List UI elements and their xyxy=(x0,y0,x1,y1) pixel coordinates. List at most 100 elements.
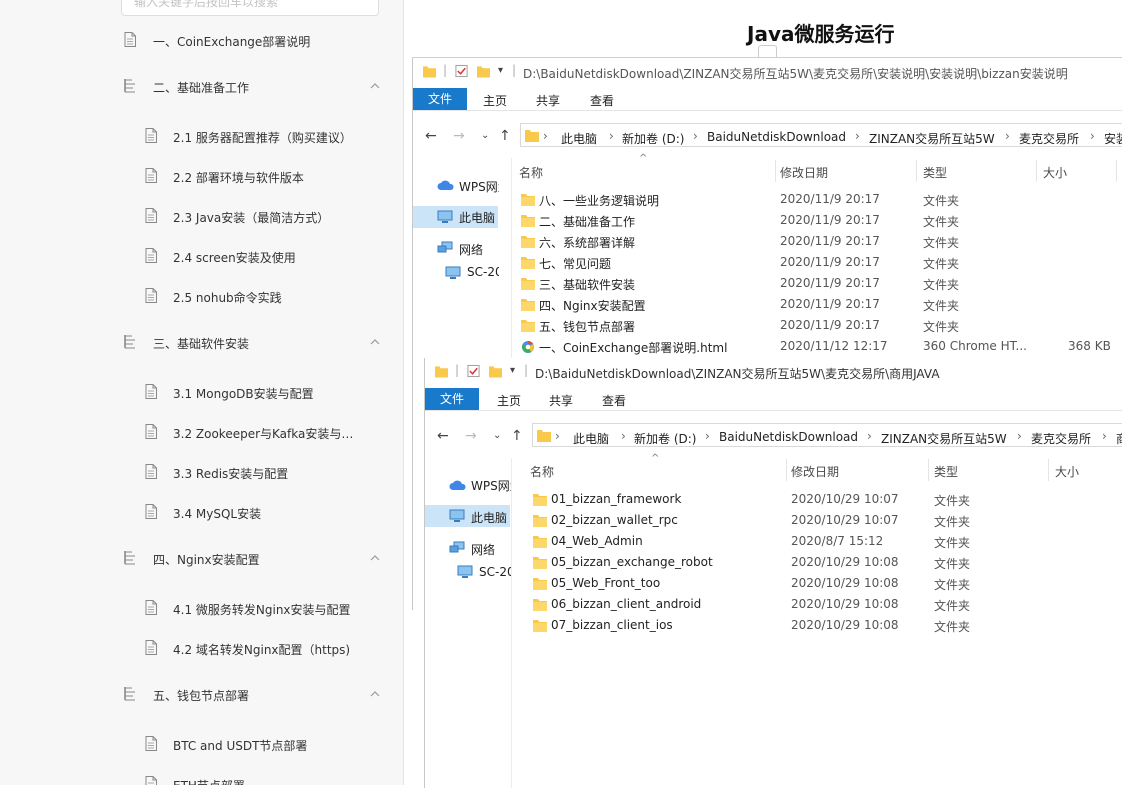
file-date: 2020/11/9 20:17 xyxy=(780,234,880,248)
column-header-type[interactable]: 类型 xyxy=(923,164,947,181)
file-row[interactable]: 三、基础软件安装 2020/11/9 20:17 文件夹 xyxy=(413,274,1113,295)
tab-home[interactable]: 主页 xyxy=(483,92,507,109)
file-row[interactable]: 六、系统部署详解 2020/11/9 20:17 文件夹 xyxy=(413,232,1113,253)
column-divider[interactable] xyxy=(1048,459,1049,481)
sidebar-item[interactable]: 2.5 nohub命令实践 xyxy=(0,286,403,310)
breadcrumb-item[interactable]: ZINZAN交易所互站5W xyxy=(881,430,1007,447)
sidebar-item[interactable]: ETH节点部署 xyxy=(0,774,403,785)
customize-dropdown-icon[interactable]: ▾ xyxy=(510,365,515,376)
tab-home[interactable]: 主页 xyxy=(497,392,521,409)
address-bar[interactable]: › 此电脑 › 新加卷 (D:) › BaiduNetdiskDownload … xyxy=(520,123,1122,147)
column-header-size[interactable]: 大小 xyxy=(1043,164,1067,181)
properties-check-icon[interactable] xyxy=(455,64,468,78)
up-arrow-icon[interactable]: ↑ xyxy=(499,128,511,144)
file-size: 368 KB xyxy=(1068,339,1111,353)
sidebar-item[interactable]: 4.2 域名转发Nginx配置（https) xyxy=(0,638,403,662)
customize-dropdown-icon[interactable]: ▾ xyxy=(498,65,503,76)
file-row[interactable]: 07_bizzan_client_ios 2020/10/29 10:08 文件夹 xyxy=(425,616,1122,637)
file-row[interactable]: 二、基础准备工作 2020/11/9 20:17 文件夹 xyxy=(413,211,1113,232)
breadcrumb-item[interactable]: 安装 xyxy=(1104,130,1122,147)
column-divider[interactable] xyxy=(1036,160,1037,182)
tab-share[interactable]: 共享 xyxy=(536,92,560,109)
file-row[interactable]: 04_Web_Admin 2020/8/7 15:12 文件夹 xyxy=(425,532,1122,553)
back-arrow-icon[interactable]: ← xyxy=(425,128,437,144)
file-row[interactable]: 八、一些业务逻辑说明 2020/11/9 20:17 文件夹 xyxy=(413,190,1113,211)
column-header-name[interactable]: 名称 xyxy=(530,463,554,480)
new-folder-icon[interactable] xyxy=(489,364,502,378)
back-arrow-icon[interactable]: ← xyxy=(437,428,449,444)
column-header-type[interactable]: 类型 xyxy=(934,463,958,480)
tab-view[interactable]: 查看 xyxy=(590,92,614,109)
file-row[interactable]: 七、常见问题 2020/11/9 20:17 文件夹 xyxy=(413,253,1113,274)
file-row[interactable]: 05_bizzan_exchange_robot 2020/10/29 10:08… xyxy=(425,553,1122,574)
breadcrumb-item[interactable]: 麦克交易所 xyxy=(1031,430,1091,447)
tab-view[interactable]: 查看 xyxy=(602,392,626,409)
folder-icon[interactable] xyxy=(435,364,448,378)
new-folder-icon[interactable] xyxy=(477,64,490,78)
tab-share[interactable]: 共享 xyxy=(549,392,573,409)
column-header-name[interactable]: 名称 xyxy=(519,164,543,181)
chevron-up-icon[interactable] xyxy=(369,336,381,346)
up-arrow-icon[interactable]: ↑ xyxy=(511,428,523,444)
column-divider[interactable] xyxy=(1116,160,1117,182)
tab-file[interactable]: 文件 xyxy=(413,88,468,110)
chevron-up-icon[interactable] xyxy=(369,80,381,90)
sidebar-item[interactable]: 3.4 MySQL安装 xyxy=(0,502,403,526)
recent-chevron-icon[interactable]: ⌄ xyxy=(493,430,501,441)
breadcrumb-item[interactable]: 此电脑 xyxy=(573,430,609,447)
sidebar-item[interactable]: 3.1 MongoDB安装与配置 xyxy=(0,382,403,406)
sidebar-section[interactable]: 五、钱包节点部署 xyxy=(0,684,403,708)
sidebar-item[interactable]: 2.1 服务器配置推荐（购买建议） xyxy=(0,126,403,150)
breadcrumb-item[interactable]: BaiduNetdiskDownload xyxy=(707,130,846,144)
chevron-up-icon[interactable] xyxy=(369,688,381,698)
sidebar-item[interactable]: 3.3 Redis安装与配置 xyxy=(0,462,403,486)
recent-chevron-icon[interactable]: ⌄ xyxy=(481,130,489,141)
sidebar-section[interactable]: 一、CoinExchange部署说明 xyxy=(0,30,403,54)
column-header-date[interactable]: 修改日期 xyxy=(780,164,828,181)
column-divider[interactable] xyxy=(775,160,776,182)
chevron-up-icon[interactable] xyxy=(369,552,381,562)
breadcrumb-item[interactable]: BaiduNetdiskDownload xyxy=(719,430,858,444)
file-type: 文件夹 xyxy=(934,494,971,508)
column-divider[interactable] xyxy=(916,160,917,182)
search-input[interactable]: 输入关键字后按回车以搜索 xyxy=(121,0,379,16)
column-header-size[interactable]: 大小 xyxy=(1055,463,1079,480)
sidebar-section[interactable]: 二、基础准备工作 xyxy=(0,76,403,100)
forward-arrow-icon[interactable]: → xyxy=(453,128,465,144)
sidebar-section[interactable]: 三、基础软件安装 xyxy=(0,332,403,356)
sidebar-item[interactable]: 2.2 部署环境与软件版本 xyxy=(0,166,403,190)
sidebar-item[interactable]: 4.1 微服务转发Nginx安装与配置 xyxy=(0,598,403,622)
sidebar-item-label: 2.3 Java安装（最简洁方式） xyxy=(173,211,330,225)
breadcrumb-item[interactable]: 麦克交易所 xyxy=(1019,130,1079,147)
sidebar-item[interactable]: 2.3 Java安装（最简洁方式） xyxy=(0,206,403,230)
column-divider[interactable] xyxy=(786,459,787,481)
breadcrumb-item[interactable]: ZINZAN交易所互站5W xyxy=(869,130,995,147)
document-icon xyxy=(145,128,157,143)
file-row[interactable]: 05_Web_Front_too 2020/10/29 10:08 文件夹 xyxy=(425,574,1122,595)
address-bar[interactable]: › 此电脑 › 新加卷 (D:) › BaiduNetdiskDownload … xyxy=(532,423,1122,447)
sidebar-item-label: 3.3 Redis安装与配置 xyxy=(173,467,289,481)
folder-icon[interactable] xyxy=(423,64,436,78)
breadcrumb-separator: › xyxy=(705,429,710,443)
breadcrumb-item[interactable]: 商 xyxy=(1116,430,1122,447)
tab-file[interactable]: 文件 xyxy=(425,388,480,410)
breadcrumb-item[interactable]: 此电脑 xyxy=(561,130,597,147)
file-row[interactable]: 四、Nginx安装配置 2020/11/9 20:17 文件夹 xyxy=(413,295,1113,316)
sidebar-item[interactable]: 2.4 screen安装及使用 xyxy=(0,246,403,270)
breadcrumb-item[interactable]: 新加卷 (D:) xyxy=(622,130,684,147)
file-row[interactable]: 五、钱包节点部署 2020/11/9 20:17 文件夹 xyxy=(413,316,1113,337)
file-row[interactable]: 01_bizzan_framework 2020/10/29 10:07 文件夹 xyxy=(425,490,1122,511)
sidebar-item[interactable]: BTC and USDT节点部署 xyxy=(0,734,403,758)
drag-handle[interactable] xyxy=(758,45,777,57)
column-divider[interactable] xyxy=(928,459,929,481)
file-date: 2020/11/9 20:17 xyxy=(780,297,880,311)
file-row[interactable]: 一、CoinExchange部署说明.html 2020/11/12 12:17 3… xyxy=(413,337,1113,358)
sidebar-section[interactable]: 四、Nginx安装配置 xyxy=(0,548,403,572)
file-row[interactable]: 06_bizzan_client_android 2020/10/29 10:08… xyxy=(425,595,1122,616)
forward-arrow-icon[interactable]: → xyxy=(465,428,477,444)
properties-check-icon[interactable] xyxy=(467,364,480,378)
column-header-date[interactable]: 修改日期 xyxy=(791,463,839,480)
breadcrumb-item[interactable]: 新加卷 (D:) xyxy=(634,430,696,447)
sidebar-item[interactable]: 3.2 Zookeeper与Kafka安装与… xyxy=(0,422,403,446)
file-row[interactable]: 02_bizzan_wallet_rpc 2020/10/29 10:07 文件夹 xyxy=(425,511,1122,532)
